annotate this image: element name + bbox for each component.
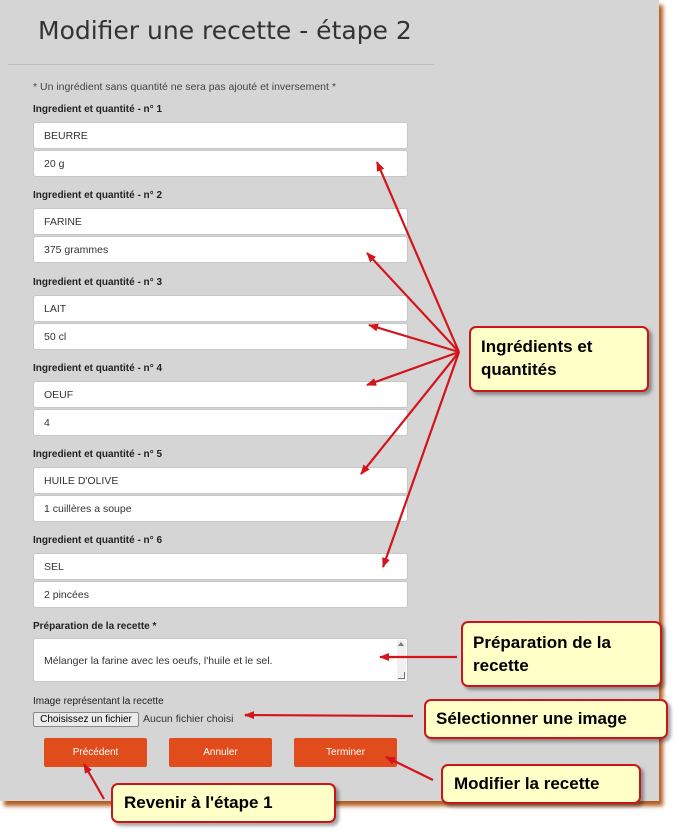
callout-preparation: Préparation de la recette (461, 621, 662, 687)
callout-ingredients: Ingrédients et quantités (469, 326, 649, 392)
callout-finish: Modifier la recette (441, 764, 641, 804)
arrow-image (244, 711, 414, 720)
arrow-finish (385, 756, 434, 781)
arrow-previous (83, 763, 105, 800)
callout-image: Sélectionner une image (424, 699, 668, 739)
arrow-ingredient-6 (381, 351, 461, 568)
callout-previous: Revenir à l'étape 1 (111, 783, 336, 823)
arrow-ingredient-1 (375, 161, 461, 353)
